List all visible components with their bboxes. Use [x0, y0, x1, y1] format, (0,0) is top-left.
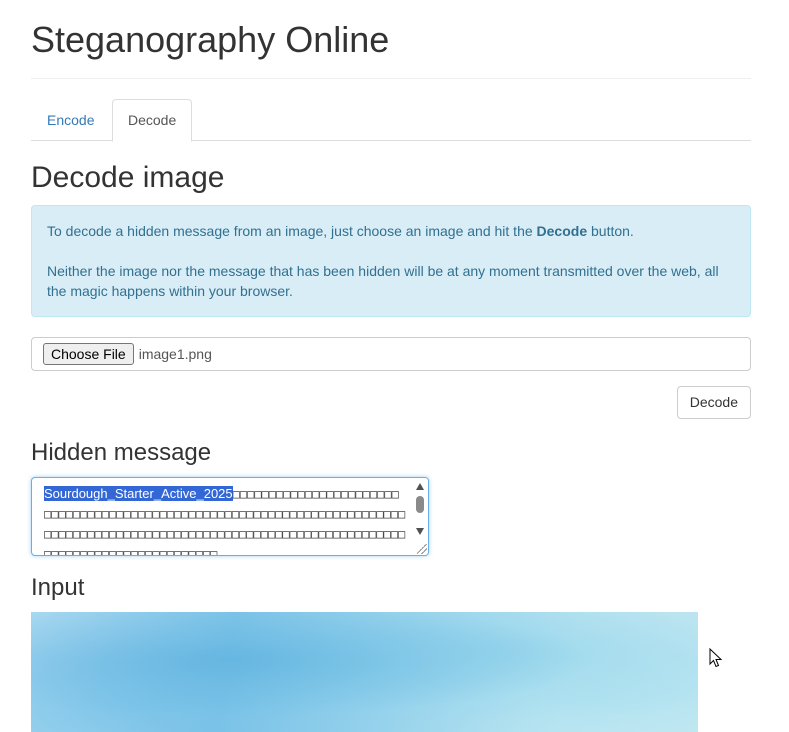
info-alert: To decode a hidden message from an image…	[31, 205, 751, 317]
file-input[interactable]: Choose File image1.png	[31, 337, 751, 371]
info-paragraph-2: Neither the image nor the message that h…	[47, 263, 719, 299]
hidden-message-textarea[interactable]: Sourdough_Starter_Active_2025□□□□□□□□□□□…	[31, 477, 429, 556]
decode-button-row: Decode	[31, 386, 751, 420]
tab-encode[interactable]: Encode	[31, 99, 110, 141]
input-heading: Input	[31, 574, 85, 601]
scrollbar-thumb[interactable]	[416, 496, 424, 513]
file-name-label: image1.png	[138, 346, 212, 362]
mouse-cursor-icon	[709, 648, 723, 668]
hidden-message-heading: Hidden message	[31, 439, 212, 466]
main-container: Steganography Online Encode Decode Decod…	[31, 0, 751, 732]
tab-bar: Encode Decode	[31, 99, 751, 142]
hidden-message-content: Sourdough_Starter_Active_2025□□□□□□□□□□□…	[44, 484, 406, 555]
info-text-post: button.	[587, 223, 634, 239]
info-text-bold: Decode	[536, 223, 588, 239]
scroll-up-arrow-icon[interactable]	[416, 483, 424, 490]
page-header: Steganography Online	[31, 20, 751, 79]
resize-grip-icon[interactable]	[417, 544, 427, 554]
decode-button[interactable]: Decode	[676, 386, 751, 419]
info-paragraph-1: To decode a hidden message from an image…	[47, 221, 735, 241]
choose-file-button[interactable]: Choose File	[43, 343, 134, 365]
page-title: Steganography Online	[31, 19, 390, 60]
input-image-preview	[31, 612, 698, 732]
scroll-down-arrow-icon[interactable]	[416, 528, 424, 535]
selected-message-text: Sourdough_Starter_Active_2025	[44, 486, 233, 501]
decode-heading: Decode image	[31, 161, 225, 194]
info-text-pre: To decode a hidden message from an image…	[47, 223, 537, 239]
tab-decode[interactable]: Decode	[112, 99, 193, 142]
